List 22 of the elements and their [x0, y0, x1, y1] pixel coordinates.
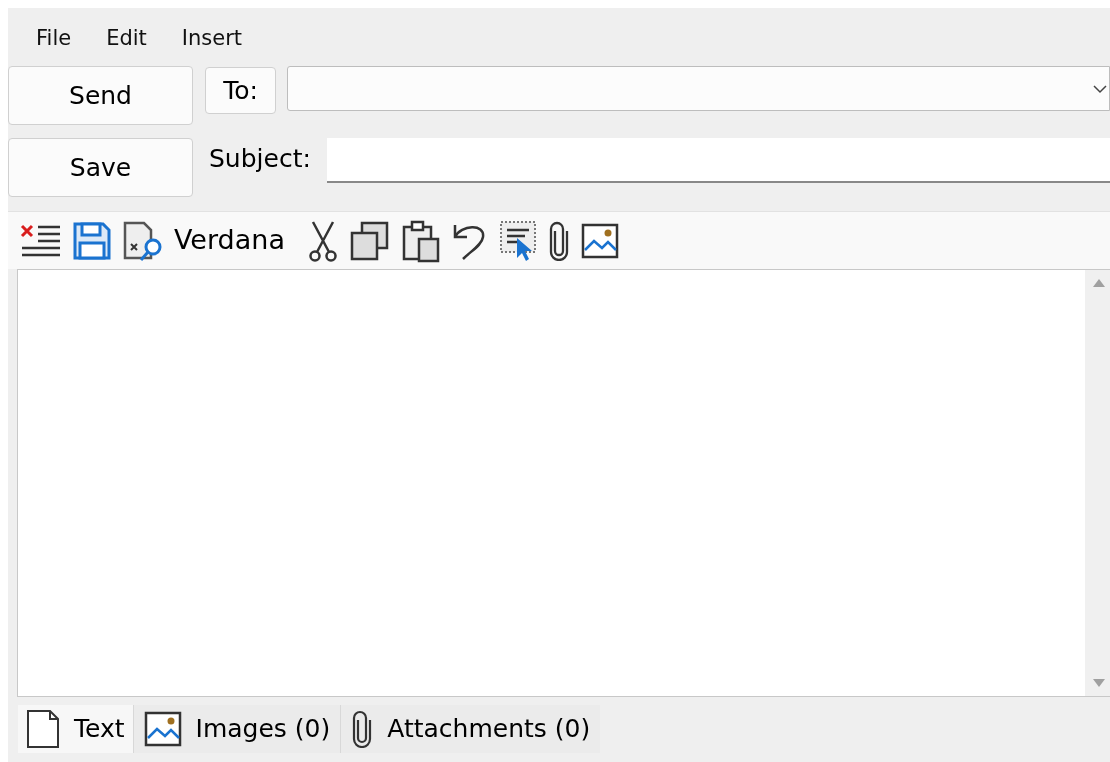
- subject-field[interactable]: [326, 138, 1110, 183]
- tab[interactable]: Text: [18, 705, 133, 753]
- menu-item[interactable]: Edit: [106, 23, 147, 55]
- subject-label: Subject:: [209, 143, 311, 175]
- paste-icon[interactable]: [400, 218, 441, 263]
- save-button[interactable]: Save: [8, 138, 193, 197]
- tab[interactable]: Attachments (0): [340, 705, 601, 753]
- image-icon: [143, 711, 182, 747]
- to-button[interactable]: To:: [205, 67, 276, 114]
- copy-icon[interactable]: [348, 219, 391, 262]
- send-button[interactable]: Send: [8, 66, 193, 125]
- tab[interactable]: Images (0): [132, 705, 341, 753]
- save-icon[interactable]: [72, 220, 112, 261]
- menu-item[interactable]: File: [36, 23, 72, 55]
- scissors-icon[interactable]: [306, 219, 339, 262]
- document-search-icon[interactable]: [122, 219, 164, 262]
- select-all-icon[interactable]: [498, 219, 537, 262]
- paperclip-icon: [351, 710, 374, 748]
- menu-item[interactable]: Insert: [181, 23, 243, 55]
- image-icon: [580, 222, 619, 259]
- font-selector[interactable]: Verdana: [174, 220, 285, 261]
- page-icon: [26, 709, 60, 749]
